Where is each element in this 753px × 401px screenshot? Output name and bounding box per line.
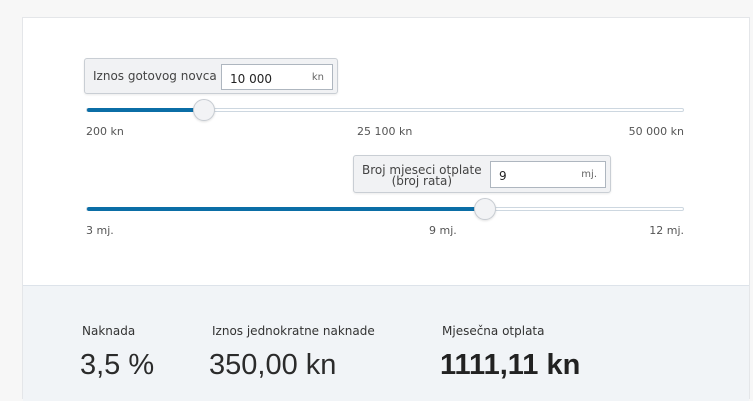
months-label-line2: (broj rata) [391, 174, 453, 188]
amount-label: Iznos gotovog novca [93, 69, 217, 83]
onetime-fee-label: Iznos jednokratne naknade [212, 324, 375, 338]
months-slider-track[interactable] [86, 207, 684, 211]
amount-input-value: 10 000 [230, 72, 272, 86]
summary-panel: Naknada 3,5 % Iznos jednokratne naknade … [23, 285, 749, 401]
amount-min-label: 200 kn [86, 125, 124, 138]
months-mid-label: 9 mj. [429, 224, 457, 237]
months-slider-handle[interactable] [473, 198, 496, 220]
amount-max-label: 50 000 kn [628, 125, 684, 138]
months-label: Broj mjeseci otplate (broj rata) [362, 164, 482, 188]
sliders-section: Iznos gotovog novca 10 000 kn 200 kn 25 … [23, 18, 749, 285]
months-bubble: Broj mjeseci otplate (broj rata) 9 mj. [353, 155, 611, 193]
months-input-unit: mj. [581, 169, 597, 180]
onetime-fee-value: 350,00 kn [209, 349, 337, 381]
months-input[interactable]: 9 mj. [490, 161, 606, 188]
monthly-payment-label: Mjesečna otplata [442, 324, 545, 338]
amount-slider-handle[interactable] [192, 99, 215, 121]
months-input-value: 9 [499, 169, 507, 183]
calculator-card: Iznos gotovog novca 10 000 kn 200 kn 25 … [22, 17, 750, 401]
amount-bubble: Iznos gotovog novca 10 000 kn [84, 58, 338, 94]
amount-input[interactable]: 10 000 kn [221, 64, 333, 90]
months-slider-fill [87, 207, 486, 211]
months-max-label: 12 mj. [649, 224, 684, 237]
fee-value: 3,5 % [80, 349, 155, 381]
amount-mid-label: 25 100 kn [357, 125, 413, 138]
fee-label: Naknada [82, 324, 136, 338]
months-min-label: 3 mj. [86, 224, 114, 237]
amount-slider-fill [87, 108, 205, 112]
monthly-payment-value: 1111,11 kn [440, 349, 581, 381]
amount-slider-track[interactable] [86, 108, 684, 112]
amount-input-unit: kn [311, 72, 324, 83]
